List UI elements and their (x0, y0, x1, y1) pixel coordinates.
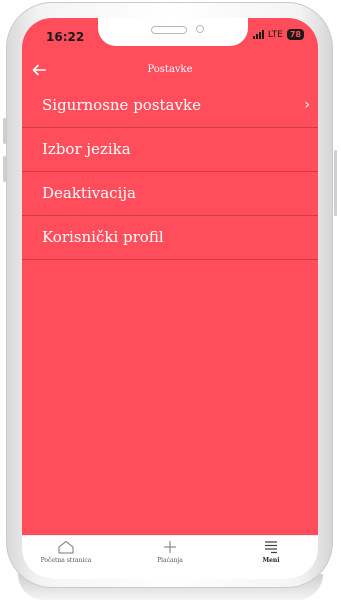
chevron-right-icon: › (304, 97, 310, 113)
back-arrow-icon[interactable] (32, 64, 46, 76)
tab-bar: Početna stranica Plaćanja Meni (22, 535, 318, 579)
menu-item-label: Korisnički profil (42, 228, 164, 246)
tab-label: Plaćanja (157, 557, 183, 564)
settings-menu: Sigurnosne postavke › Izbor jezika Deakt… (22, 84, 318, 260)
menu-item-label: Deaktivacija (42, 184, 136, 202)
menu-icon (265, 541, 277, 554)
phone-screen: 16:22 LTE 78 Postavke Sigurnosne postavk… (22, 18, 318, 579)
phone-side-button (3, 118, 6, 144)
header: Postavke (22, 60, 318, 80)
plus-icon (164, 541, 176, 553)
menu-item-language[interactable]: Izbor jezika (22, 128, 318, 172)
menu-item-deactivation[interactable]: Deaktivacija (22, 172, 318, 216)
status-indicators: LTE 78 (252, 29, 304, 40)
menu-item-security-settings[interactable]: Sigurnosne postavke › (22, 84, 318, 128)
tab-menu[interactable]: Meni (231, 540, 311, 564)
status-time: 16:22 (46, 30, 85, 44)
menu-item-label: Sigurnosne postavke (42, 96, 201, 114)
phone-side-button (334, 150, 337, 216)
tab-home[interactable]: Početna stranica (26, 540, 106, 564)
menu-item-label: Izbor jezika (42, 140, 131, 158)
menu-item-user-profile[interactable]: Korisnički profil (22, 216, 318, 260)
home-icon (58, 541, 74, 554)
tab-label: Početna stranica (40, 557, 92, 564)
camera-icon (196, 25, 204, 33)
page-title: Postavke (147, 64, 193, 75)
notch (98, 18, 248, 46)
tab-label: Meni (262, 557, 280, 564)
phone-side-button (3, 156, 6, 182)
battery-icon: 78 (286, 29, 304, 40)
network-label: LTE (267, 29, 283, 40)
signal-icon (252, 30, 264, 39)
speaker-icon (151, 26, 187, 34)
tab-payments[interactable]: Plaćanja (130, 540, 210, 564)
